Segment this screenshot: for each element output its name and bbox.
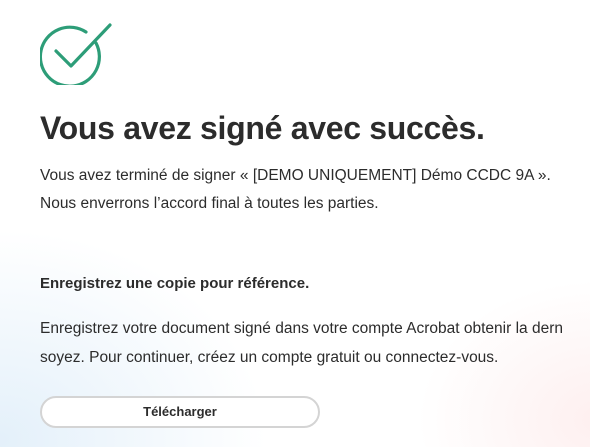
save-copy-description-line-1: Enregistrez votre document signé dans vo… — [40, 320, 563, 337]
download-button[interactable]: Télécharger — [40, 396, 320, 428]
save-copy-heading: Enregistrez une copie pour référence. — [40, 275, 310, 292]
confirmation-message: Vous avez terminé de signer « [DEMO UNIQ… — [40, 162, 551, 218]
save-copy-description-line-2: soyez. Pour continuer, créez un compte g… — [40, 349, 499, 366]
check-circle-icon — [40, 23, 112, 85]
page-title: Vous avez signé avec succès. — [40, 110, 485, 146]
confirmation-message-line-2: Nous enverrons l’accord final à toutes l… — [40, 195, 379, 212]
save-copy-description: Enregistrez votre document signé dans vo… — [40, 314, 563, 372]
confirmation-message-line-1: Vous avez terminé de signer « [DEMO UNIQ… — [40, 167, 551, 184]
